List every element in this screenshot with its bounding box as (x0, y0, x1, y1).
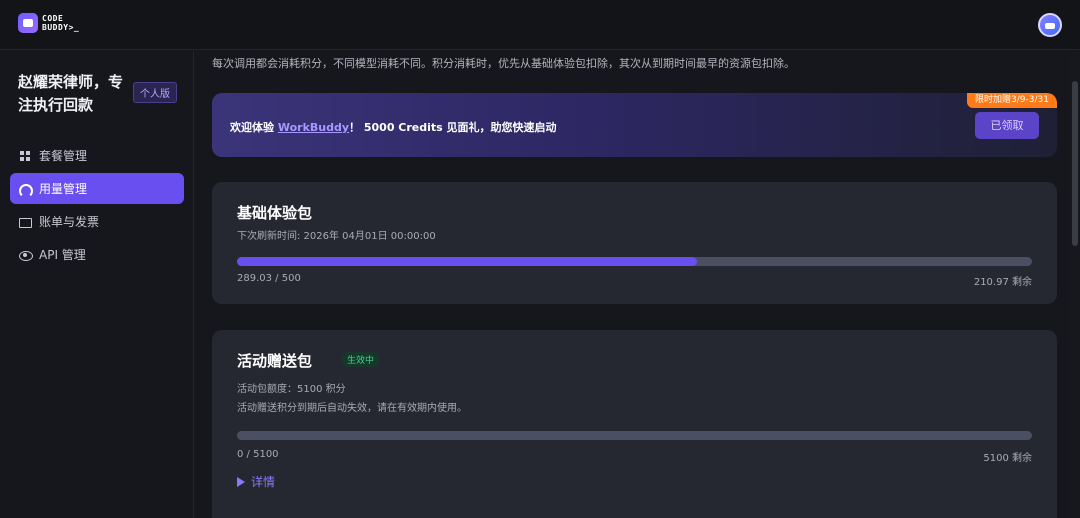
refresh-time: 下次刷新时间: 2026年 04月01日 00:00:00 (237, 231, 436, 242)
gift-pack-title: 活动赠送包 (237, 352, 313, 370)
sidebar-item-usage-management[interactable]: 用量管理 (10, 173, 184, 204)
sidebar-item-label: API 管理 (39, 248, 86, 262)
top-bar: CODE BUDDY>_ (0, 0, 1080, 50)
plan-badge: 个人版 (133, 82, 177, 103)
caret-right-icon (237, 476, 245, 487)
usage-description: 每次调用都会消耗积分，不同模型消耗不同。积分消耗时，优先从基础体验包扣除，其次从… (212, 57, 795, 70)
sidebar-item-label: 用量管理 (39, 182, 88, 196)
sidebar-item-label: 账单与发票 (39, 215, 100, 229)
profile-name: 赵耀荣律师，专注执行回款 (18, 73, 124, 114)
basic-pack-used: 289.03 / 500 (237, 273, 301, 284)
sidebar: 赵耀荣律师，专注执行回款 个人版 套餐管理 用量管理 账单与发票 API 管理 (0, 51, 194, 518)
promo-text: 欢迎体验 WorkBuddy！ 5000 Credits 见面礼，助您快速启动 (230, 121, 557, 134)
promo-banner: 欢迎体验 WorkBuddy！ 5000 Credits 见面礼，助您快速启动 … (212, 93, 1057, 157)
user-avatar[interactable] (1038, 13, 1062, 37)
gift-pack-remaining: 5100 剩余 (983, 453, 1032, 464)
gift-pack-quota: 活动包额度：5100 积分 (237, 384, 346, 395)
status-badge: 生效中 (341, 352, 381, 367)
app-logo[interactable]: CODE BUDDY>_ (18, 13, 79, 33)
basic-pack-progress-track (237, 257, 1032, 266)
sidebar-item-label: 套餐管理 (39, 149, 88, 163)
limited-time-tag: 限时加赠3/9-3/31 (967, 93, 1057, 108)
details-label: 详情 (251, 475, 276, 489)
grid-icon (19, 150, 31, 162)
gift-pack-note: 活动赠送积分到期后自动失效，请在有效期内使用。 (237, 403, 467, 414)
gift-pack-card: 活动赠送包 生效中 活动包额度：5100 积分 活动赠送积分到期后自动失效，请在… (212, 330, 1057, 518)
basic-pack-title: 基础体验包 (237, 204, 313, 222)
details-toggle[interactable]: 详情 (237, 473, 275, 490)
main-content: 每次调用都会消耗积分，不同模型消耗不同。积分消耗时，优先从基础体验包扣除，其次从… (195, 51, 1070, 518)
eye-icon (19, 249, 33, 261)
gift-pack-used: 0 / 5100 (237, 449, 279, 460)
workbuddy-link[interactable]: WorkBuddy (278, 121, 349, 134)
sidebar-nav: 套餐管理 用量管理 账单与发票 API 管理 (10, 140, 184, 272)
basic-pack-remaining: 210.97 剩余 (973, 277, 1032, 288)
sidebar-item-api-management[interactable]: API 管理 (10, 239, 184, 270)
gift-pack-progress-track (237, 431, 1032, 440)
gauge-icon (19, 183, 33, 198)
bill-icon (19, 216, 32, 228)
basic-pack-progress-fill (237, 257, 697, 266)
sidebar-item-plan-management[interactable]: 套餐管理 (10, 140, 184, 171)
claimed-button[interactable]: 已领取 (975, 112, 1039, 139)
sidebar-item-billing-invoices[interactable]: 账单与发票 (10, 206, 184, 237)
logo-mark-icon (18, 13, 38, 33)
scrollbar-thumb[interactable] (1072, 81, 1078, 246)
scrollbar[interactable] (1070, 51, 1080, 518)
basic-pack-card: 基础体验包 下次刷新时间: 2026年 04月01日 00:00:00 289.… (212, 182, 1057, 304)
logo-text: CODE BUDDY>_ (42, 14, 80, 32)
